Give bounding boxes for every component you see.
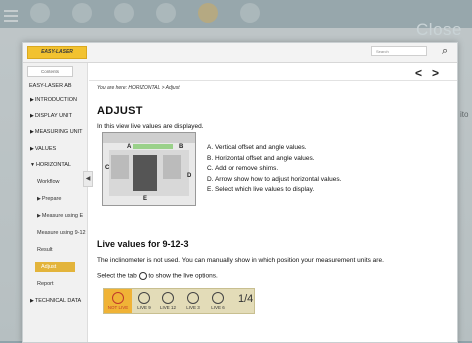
help-content: <> You are here: HORIZONTAL > Adjust ADJ…: [89, 63, 457, 342]
expand-icon: ▶: [30, 298, 34, 304]
toc-item[interactable]: Result: [37, 245, 53, 255]
intro-text: In this view live values are displayed.: [97, 123, 204, 130]
easy-laser-logo: EASY-LASER: [27, 46, 87, 59]
prev-page-button[interactable]: <: [415, 66, 432, 80]
callout-a: A: [127, 144, 132, 150]
toc-item[interactable]: ▼HORIZONTAL: [30, 160, 71, 170]
expand-icon: ▶: [30, 113, 34, 119]
screenshot-right-panel: [163, 155, 181, 179]
screenshot-toolbar: [103, 133, 195, 143]
tab-contents[interactable]: Contents: [27, 66, 73, 77]
callout-e: E: [143, 196, 148, 202]
divider: [89, 80, 457, 81]
tab-live-12[interactable]: LIVE 12: [156, 289, 180, 313]
toc-item-active[interactable]: Adjust: [35, 262, 75, 272]
toc-item[interactable]: EASY-LASER AB: [29, 81, 72, 91]
live-3-icon: [187, 292, 199, 304]
next-page-button[interactable]: >: [432, 66, 449, 80]
help-window: EASY-LASER Search ⌕ Contents EASY-LASER …: [22, 42, 458, 343]
list-item: E. Select which live values to display.: [207, 186, 315, 193]
tab-live-3[interactable]: LIVE 3: [181, 289, 205, 313]
tab-live-9[interactable]: LIVE 9: [133, 289, 155, 313]
toc-item[interactable]: Measure using 9-12: [37, 228, 86, 238]
toc-item[interactable]: ▶Measure using E: [37, 211, 83, 221]
list-item: A. Vertical offset and angle values.: [207, 144, 307, 151]
toc-item[interactable]: ▶VALUES: [30, 144, 56, 154]
tab-live-6[interactable]: LIVE 6: [206, 289, 230, 313]
expand-icon: ▶: [30, 97, 34, 103]
toc-sidebar: Contents EASY-LASER AB ▶INTRODUCTION ▶DI…: [23, 63, 88, 342]
callout-b: B: [179, 144, 184, 150]
tab-not-live[interactable]: NOT LIVE: [104, 289, 132, 313]
callout-list: A. Vertical offset and angle values. B. …: [207, 143, 341, 196]
toc-item[interactable]: ▶Prepare: [37, 194, 61, 204]
toc-item[interactable]: ▶TECHNICAL DATA: [30, 296, 81, 306]
adjust-screenshot: A B C D E: [102, 132, 196, 206]
help-toolbar: EASY-LASER Search ⌕: [23, 43, 457, 63]
screenshot-header: [133, 144, 173, 149]
expand-icon: ▶: [30, 146, 34, 152]
toc-item[interactable]: ▶MEASURING UNIT: [30, 127, 83, 137]
list-item: C. Add or remove shims.: [207, 165, 279, 172]
live-9-icon: [138, 292, 150, 304]
callout-c: C: [105, 165, 110, 171]
machine-icon: [133, 155, 157, 191]
close-button[interactable]: Close: [416, 20, 462, 40]
collapse-icon: ▼: [30, 162, 35, 168]
tab-circle-icon: [138, 272, 147, 280]
toc-item[interactable]: Workflow: [37, 177, 60, 187]
section-text: The inclinometer is not used. You can ma…: [97, 257, 384, 264]
page-indicator: 1/4: [238, 293, 254, 305]
live-6-icon: [212, 292, 224, 304]
toc-item[interactable]: ▶DISPLAY UNIT: [30, 111, 72, 121]
search-icon[interactable]: ⌕: [442, 45, 448, 57]
screenshot-left-panel: [111, 155, 129, 179]
search-input[interactable]: Search: [371, 46, 427, 56]
not-live-icon: [112, 292, 124, 304]
page-nav: <>: [415, 67, 449, 79]
toc-item[interactable]: ▶INTRODUCTION: [30, 95, 77, 105]
list-item: B. Horizontal offset and angle values.: [207, 154, 315, 162]
toc-item[interactable]: Report: [37, 279, 54, 289]
live-12-icon: [162, 292, 174, 304]
live-values-tabs: NOT LIVE LIVE 9 LIVE 12 LIVE 3 LIVE 6 1/…: [103, 288, 255, 314]
page-title: ADJUST: [97, 105, 143, 117]
expand-icon: ▶: [30, 129, 34, 135]
callout-d: D: [187, 173, 192, 179]
expand-icon: ▶: [37, 213, 41, 219]
breadcrumb: You are here: HORIZONTAL > Adjust: [97, 85, 180, 91]
section-title: Live values for 9-12-3: [97, 239, 189, 249]
select-tab-text: Select the tab to show the live options.: [97, 272, 218, 280]
list-item: D. Arrow show how to adjust horizontal v…: [207, 175, 342, 183]
expand-icon: ▶: [37, 196, 41, 202]
